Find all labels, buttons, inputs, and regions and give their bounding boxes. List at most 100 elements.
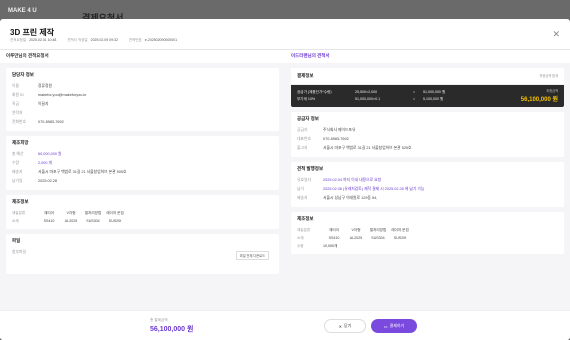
spec-header: V자형 (351, 228, 361, 232)
spec-value: SUS304 (371, 236, 385, 240)
spec-value: SUS20f (393, 236, 407, 240)
row-label: 수량 (12, 161, 19, 165)
pay-button-label: 결제하기 (389, 323, 405, 328)
meta-value: 2025.02.01 10:48 (29, 38, 57, 42)
contact-row: 직급 이끌지 (12, 100, 273, 109)
download-all-button[interactable]: 파일 전체 다운로드 (235, 251, 269, 260)
row-label: 배송지 (297, 196, 308, 200)
row-label: 대표번호 (297, 137, 311, 141)
spec-header: 열처리방법 (369, 228, 387, 232)
card-icon: ▭ (383, 323, 388, 329)
contact-row: 이름 정류정원 (12, 82, 273, 91)
row-value: 2025.02.04 까지 이내 내용으로 요청 (323, 178, 382, 182)
row-label: 직급 (12, 102, 19, 106)
spec-value: SS410 (328, 236, 340, 240)
spec-title: 제조정보 (297, 216, 314, 221)
request-header: 이루만님의 견적요청서 (0, 50, 285, 63)
meta-value: 2025.02.09 09:32 (90, 38, 118, 42)
delivery-card: 견적 발행정보 유효일자 2025.02.04 까지 이내 내용으로 요청 납기 2… (291, 162, 564, 207)
quote-modal: 3D 프린 제작 견적요청일 2025.02.01 10:48 견적서 작성일 20… (0, 19, 570, 340)
footer-total-label: 총 결제금액 (150, 318, 168, 322)
row-value: 정류정원 (38, 84, 52, 88)
spec-value: AL2025 (349, 236, 363, 240)
spec-card: 제조정보 재질분류 재티어 V자형 열처리방법 레이저 운접 소재 SS410 … (6, 195, 279, 229)
spec-value: SS410 (43, 219, 55, 223)
row-label: 납기 (297, 187, 304, 191)
contact-title: 담당자 정보 (12, 72, 34, 77)
close-button[interactable]: ✕ 닫기 (324, 319, 366, 333)
meta-value: e-202502090000001 (144, 38, 178, 42)
row-label: 전화번호 (12, 120, 26, 124)
spec-header: 재질분류 (12, 211, 26, 215)
spec-header: 재티어 (44, 211, 54, 215)
row-value: 070-8983-7692 (38, 120, 64, 124)
spec-header: 재티어 (329, 228, 339, 232)
request-column[interactable]: 이루만님의 견적요청서 담당자 정보 이름 정류정원 회원 ID makefor.y… (0, 50, 285, 310)
spec-value: SUS20f (108, 219, 122, 223)
modal-title: 3D 프린 제작 (10, 28, 55, 37)
files-title: 파일 (12, 238, 21, 243)
spec-value-row: 소재 SS410 AL2025 SUS304 SUS20f (12, 217, 273, 225)
row-label: 유효일자 (297, 178, 311, 182)
spec-value: AL2025 (64, 219, 78, 223)
row-label: 납기일 (12, 179, 23, 183)
request-row: 납기일 2025.02.28 (12, 177, 273, 186)
delivery-row: 배송지 서울시 성남구 이태원로 129동 54, (297, 194, 558, 203)
app-logo: MAKE 4 U (8, 8, 37, 14)
files-card: 파일 첨부파일 파일 전체 다운로드 (6, 234, 279, 274)
supplier-row: 공급자 주식회사 메이드포유 (297, 126, 558, 135)
supplier-title: 공급자 정보 (297, 116, 319, 121)
close-icon[interactable]: ✕ (552, 29, 560, 40)
pay-button[interactable]: ▭ 결제하기 (371, 319, 417, 333)
request-title: 제조희망 (12, 140, 29, 145)
request-row: 총 예산 60,000,000 원 (12, 150, 273, 159)
spec-row-label: 소재 (297, 236, 304, 240)
spec-value: SUS304 (86, 219, 100, 223)
contact-row: 전화번호 070-8983-7692 (12, 118, 273, 127)
qty-value: 10,000개 (323, 244, 338, 248)
modal-footer: 총 결제금액 56,100,000 원 ✕ 닫기 ▭ 결제하기 (0, 310, 570, 340)
spec-row-label: 소재 (12, 219, 19, 223)
row-label: 공급자 (297, 128, 308, 132)
meta-label: 견적요청일 (10, 38, 27, 42)
request-row: 배송지 서울시 마포구 백범로 31길 21 서울창업허브 본관 505호 (12, 168, 273, 177)
quote-spec-card: 제조정보 재질분류 재티어 V자형 열처리방법 레이저 운접 소재 SS410 … (291, 212, 564, 254)
payment-line-expr: 51,000,000×0.1 (355, 96, 381, 101)
spec-header: 열처리방법 (84, 211, 102, 215)
quantity-value: 2,000 개 (38, 161, 53, 165)
row-value: 서울시 마포구 백범로 31길 21 서울창업허브 본관 525호 (323, 146, 412, 150)
payment-note: 최종금액 합계 (539, 74, 558, 78)
row-label: 첨부파일 (12, 250, 26, 254)
quote-header: 이드터랜님의 견적서 (285, 50, 570, 63)
payment-title: 결제정보 (297, 73, 314, 78)
payment-line-label: 부가세 10% (297, 96, 316, 101)
payment-line: 부가세 10% 51,000,000×0.1 = 5,100,000 원 (297, 96, 558, 103)
spec-header-row: 재질분류 재티어 V자형 열처리방법 레이저 운접 (297, 226, 558, 234)
row-label: 총 예산 (12, 152, 24, 156)
quote-column[interactable]: 이드터랜님의 견적서 결제정보 최종금액 합계 공급가 (제품단가*수량) 25,… (285, 50, 570, 310)
supplier-row: 대표번호 070-8983-7692 (297, 135, 558, 144)
payment-line-value: 5,100,000 원 (423, 96, 444, 101)
spec-header: V자형 (66, 211, 76, 215)
meta-label: 견적번호 (128, 38, 142, 42)
row-value: 2025.02.06 (유래처검토) 제작 결제 시 2025.02.28 에 … (323, 187, 425, 191)
total-label: 최종금액 (546, 89, 558, 93)
row-label: 회원 ID (12, 93, 24, 97)
spec-title: 제조정보 (12, 199, 29, 204)
payment-header: 결제정보 최종금액 합계 (291, 68, 564, 85)
close-icon: ✕ (338, 323, 342, 329)
request-row: 수량 2,000 개 (12, 159, 273, 168)
spec-value-row: 소재 SS410 AL2025 SUS304 SUS20f (297, 234, 558, 242)
payment-card: 결제정보 최종금액 합계 공급가 (제품단가*수량) 25,500×2,000 = 5… (291, 68, 564, 107)
row-label: 출고지 (297, 146, 308, 150)
supplier-card: 공급자 정보 공급자 주식회사 메이드포유 대표번호 070-8983-7692 출… (291, 112, 564, 157)
delivery-row: 유효일자 2025.02.04 까지 이내 내용으로 요청 (297, 176, 558, 185)
row-value: 주식회사 메이드포유 (323, 128, 356, 132)
payment-line-op: = (413, 96, 416, 101)
budget-value: 60,000,000 원 (38, 152, 62, 156)
row-value: 서울시 성남구 이태원로 129동 54, (323, 196, 378, 200)
contact-row: 회원 ID makefor.you@makeforyou.kr (12, 91, 273, 100)
supplier-row: 출고지 서울시 마포구 백범로 31길 21 서울창업허브 본관 525호 (297, 144, 558, 153)
row-label: 연락처 (12, 111, 23, 115)
modal-meta: 견적요청일 2025.02.01 10:48 견적서 작성일 2025.02.09 … (10, 38, 187, 43)
